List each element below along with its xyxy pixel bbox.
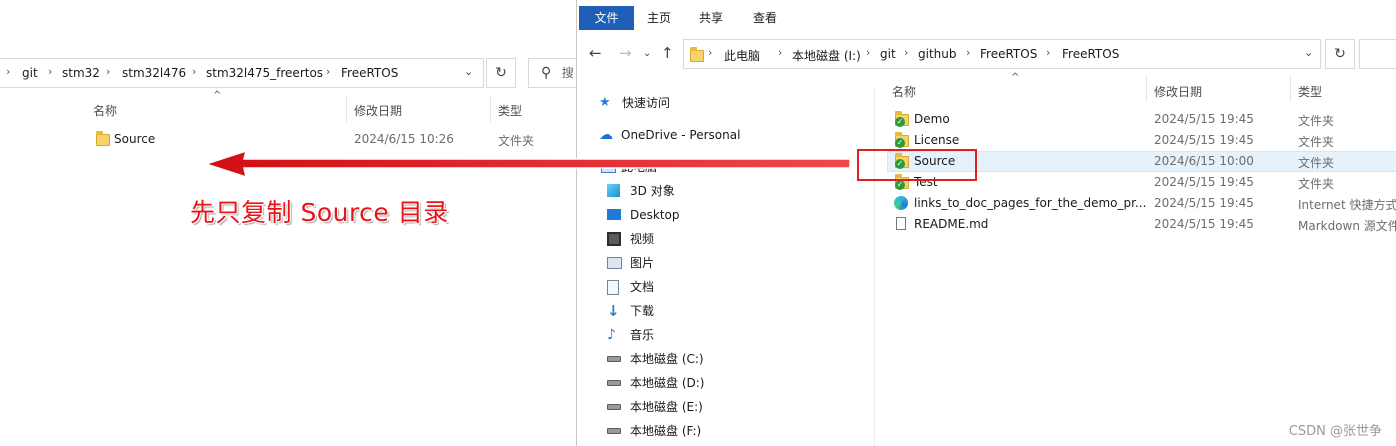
breadcrumb-item[interactable]: git bbox=[880, 47, 896, 61]
search-input[interactable] bbox=[1359, 39, 1396, 69]
left-address-bar[interactable]: › git › stm32 › stm32l476 › stm32l475_fr… bbox=[0, 58, 484, 88]
navigation-pane: ★ 快速访问 ☁ OneDrive - Personal 此电脑 3D 对象 D… bbox=[577, 88, 875, 446]
column-header-type[interactable]: 类型 bbox=[1298, 83, 1322, 100]
refresh-button[interactable]: ↻ bbox=[486, 58, 516, 88]
breadcrumb-item[interactable]: 本地磁盘 (I:) bbox=[792, 47, 861, 64]
file-name: Source bbox=[114, 132, 156, 146]
chevron-right-icon: › bbox=[48, 65, 53, 78]
right-address-bar[interactable]: › 此电脑 › 本地磁盘 (I:) › git › github › FreeR… bbox=[683, 39, 1321, 69]
breadcrumb-item[interactable]: stm32 bbox=[62, 66, 100, 80]
breadcrumb-item[interactable]: FreeRTOS bbox=[1062, 47, 1119, 61]
column-divider[interactable] bbox=[1146, 76, 1147, 102]
breadcrumb-item[interactable]: github bbox=[918, 47, 956, 61]
up-arrow-icon[interactable]: ↑ bbox=[661, 44, 674, 62]
column-header-type[interactable]: 类型 bbox=[498, 102, 522, 119]
breadcrumb-item[interactable]: FreeRTOS bbox=[341, 66, 398, 80]
folder-icon bbox=[690, 47, 704, 62]
breadcrumb-item[interactable]: FreeRTOS bbox=[980, 47, 1037, 61]
chevron-right-icon: › bbox=[326, 65, 331, 78]
chevron-right-icon: › bbox=[106, 65, 111, 78]
back-arrow-icon[interactable]: ← bbox=[589, 44, 602, 62]
chevron-down-icon[interactable]: ⌄ bbox=[1304, 46, 1313, 59]
foreground-explorer-window: 文件 主页 共享 查看 ← → ⌄ ↑ › 此电脑 › 本地磁盘 (I:) › … bbox=[576, 0, 1396, 446]
cube-icon bbox=[607, 184, 620, 197]
chevron-right-icon: › bbox=[1046, 46, 1051, 59]
file-type: 文件夹 bbox=[498, 134, 535, 148]
annotation-text: 先只复制 Source 目录 bbox=[190, 198, 449, 227]
column-divider[interactable] bbox=[346, 96, 347, 122]
tab-share[interactable]: 共享 bbox=[691, 6, 731, 30]
document-icon bbox=[607, 280, 619, 295]
file-icon bbox=[896, 217, 906, 230]
picture-icon bbox=[607, 257, 622, 269]
chevron-right-icon: › bbox=[904, 46, 909, 59]
file-row[interactable]: Source 2024/6/15 10:26 文件夹 bbox=[88, 129, 576, 150]
column-divider[interactable] bbox=[490, 96, 491, 122]
ribbon-tabs: 文件 主页 共享 查看 bbox=[577, 6, 1396, 30]
drive-icon bbox=[607, 428, 621, 434]
breadcrumb-item[interactable]: git bbox=[22, 66, 38, 80]
music-icon: ♪ bbox=[607, 327, 616, 343]
file-row-readme[interactable]: README.md 2024/5/15 19:45 Markdown 源文件 bbox=[887, 214, 1396, 235]
highlight-box bbox=[857, 149, 977, 181]
chevron-right-icon: › bbox=[778, 46, 783, 59]
chevron-right-icon: › bbox=[866, 46, 871, 59]
drive-icon bbox=[607, 380, 621, 386]
breadcrumb-item[interactable]: 此电脑 bbox=[724, 47, 760, 64]
column-header-modified[interactable]: 修改日期 bbox=[1154, 83, 1202, 100]
search-placeholder: 搜 bbox=[561, 66, 574, 80]
file-row-links[interactable]: links_to_doc_pages_for_the_demo_pr... 20… bbox=[887, 193, 1396, 214]
folder-icon bbox=[96, 131, 110, 146]
edge-shortcut-icon bbox=[894, 196, 908, 210]
column-divider[interactable] bbox=[1290, 76, 1291, 102]
desktop-icon bbox=[607, 209, 621, 220]
file-row-license[interactable]: ✓ License 2024/5/15 19:45 文件夹 bbox=[887, 130, 1396, 151]
search-icon: ⚲ bbox=[541, 65, 552, 81]
chevron-down-icon[interactable]: ⌄ bbox=[464, 65, 473, 78]
chevron-right-icon: › bbox=[6, 65, 11, 78]
video-icon bbox=[607, 232, 621, 246]
folder-synced-icon: ✓ bbox=[895, 111, 909, 127]
navigation-bar: ← → ⌄ ↑ › 此电脑 › 本地磁盘 (I:) › git › github… bbox=[577, 38, 1396, 70]
star-icon: ★ bbox=[599, 95, 611, 110]
drive-icon bbox=[607, 356, 621, 362]
chevron-right-icon: › bbox=[708, 46, 713, 59]
tab-file[interactable]: 文件 bbox=[579, 6, 634, 30]
watermark: CSDN @张世争 bbox=[1288, 424, 1382, 439]
chevron-right-icon: › bbox=[966, 46, 971, 59]
sort-arrow-icon: ^ bbox=[213, 90, 222, 101]
cloud-icon: ☁ bbox=[599, 127, 613, 143]
folder-synced-icon: ✓ bbox=[895, 132, 909, 148]
chevron-right-icon: › bbox=[192, 65, 197, 78]
forward-arrow-icon[interactable]: → bbox=[619, 44, 632, 62]
tab-view[interactable]: 查看 bbox=[745, 6, 785, 30]
drive-icon bbox=[607, 404, 621, 410]
breadcrumb-item[interactable]: stm32l475_freertos bbox=[206, 66, 323, 80]
computer-icon bbox=[601, 162, 616, 173]
column-header-name[interactable]: 名称 bbox=[93, 102, 117, 119]
refresh-button[interactable]: ↻ bbox=[1325, 39, 1355, 69]
breadcrumb-item[interactable]: stm32l476 bbox=[122, 66, 186, 80]
recent-dropdown-icon[interactable]: ⌄ bbox=[643, 48, 651, 59]
tab-home[interactable]: 主页 bbox=[639, 6, 679, 30]
column-header-name[interactable]: 名称 bbox=[892, 83, 916, 100]
column-header-modified[interactable]: 修改日期 bbox=[354, 102, 402, 119]
file-row-demo[interactable]: ✓ Demo 2024/5/15 19:45 文件夹 bbox=[887, 109, 1396, 130]
sort-arrow-icon: ^ bbox=[1011, 72, 1020, 83]
download-icon: ↓ bbox=[607, 302, 620, 320]
file-modified: 2024/6/15 10:26 bbox=[354, 132, 454, 146]
file-list: ^ 名称 修改日期 类型 ✓ Demo 2024/5/15 19:45 文件夹 … bbox=[875, 70, 1396, 446]
